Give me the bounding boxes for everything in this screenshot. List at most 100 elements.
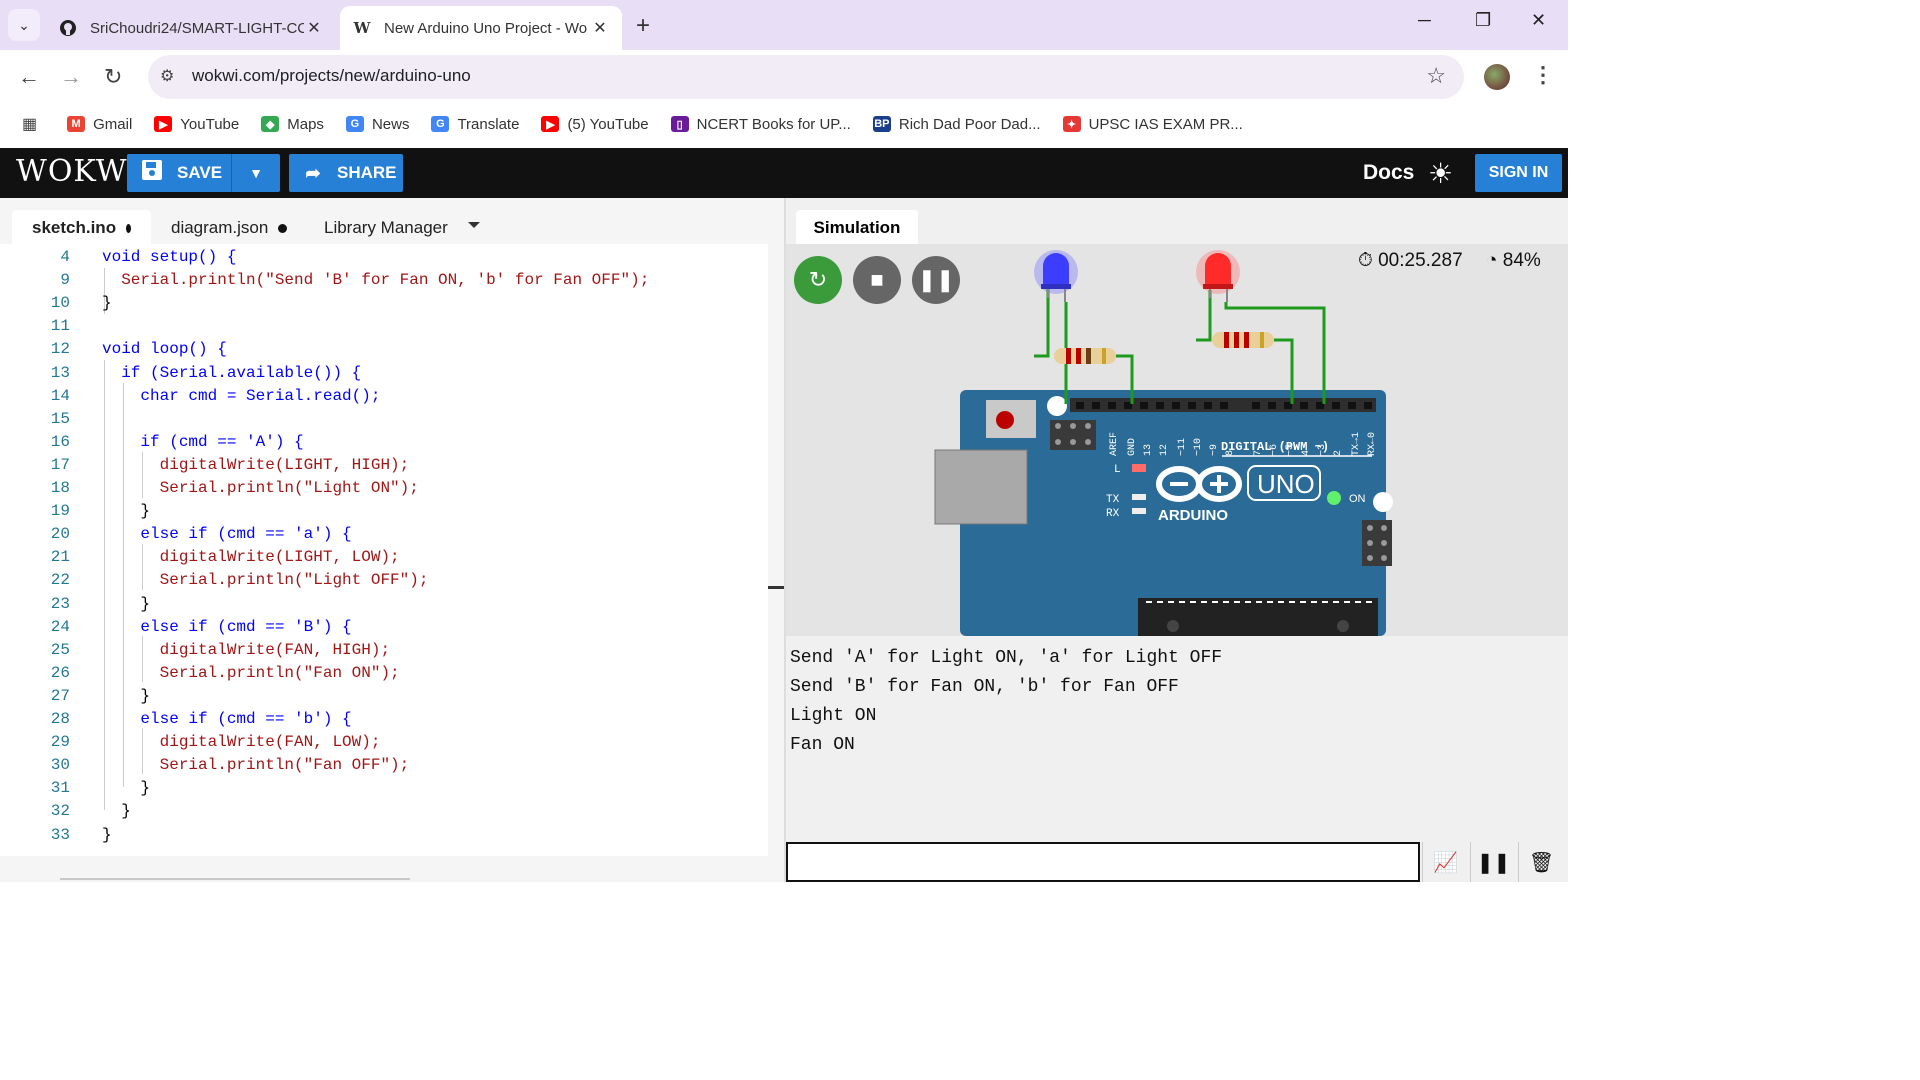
line-code[interactable]: }: [102, 777, 150, 800]
tab-search-button[interactable]: ⌄: [8, 9, 40, 41]
pin-hole[interactable]: [1348, 402, 1356, 409]
code-line[interactable]: 10}: [0, 292, 768, 315]
profile-avatar[interactable]: [1484, 64, 1510, 90]
code-line[interactable]: 24 else if (cmd == 'B') {: [0, 616, 768, 639]
new-tab-button[interactable]: +: [636, 12, 650, 40]
line-code[interactable]: if (cmd == 'A') {: [102, 431, 303, 454]
pin-hole[interactable]: [1220, 402, 1228, 409]
pin-hole[interactable]: [1268, 402, 1276, 409]
more-tabs-chevron-icon[interactable]: [468, 222, 480, 228]
circuit-diagram[interactable]: AREF GND 13 12 ~11 ~10 ~9 8 7 ~6 ~5 4 ~3 2 TX→1 RX←0 DI…: [786, 244, 1568, 636]
bookmark-translate[interactable]: G Translate: [431, 116, 519, 133]
line-code[interactable]: else if (cmd == 'B') {: [102, 616, 351, 639]
line-code[interactable]: digitalWrite(LIGHT, LOW);: [102, 546, 400, 569]
browser-tab-github[interactable]: SriChoudri24/SMART-LIGHT-CC ✕: [46, 6, 336, 50]
wires[interactable]: [1034, 284, 1326, 404]
line-code[interactable]: char cmd = Serial.read();: [102, 385, 380, 408]
bookmark-ncert[interactable]: ▯ NCERT Books for UP...: [670, 116, 851, 133]
pin-hole[interactable]: [1156, 402, 1164, 409]
blue-led[interactable]: [1034, 250, 1078, 302]
code-line[interactable]: 25 digitalWrite(FAN, HIGH);: [0, 639, 768, 662]
code-line[interactable]: 20 else if (cmd == 'a') {: [0, 523, 768, 546]
reset-button-cap[interactable]: [996, 411, 1014, 429]
code-line[interactable]: 27 }: [0, 685, 768, 708]
red-led[interactable]: [1196, 250, 1240, 302]
line-code[interactable]: if (Serial.available()) {: [102, 362, 361, 385]
code-line[interactable]: 26 Serial.println("Fan ON");: [0, 662, 768, 685]
docs-link[interactable]: Docs: [1363, 161, 1414, 185]
line-code[interactable]: digitalWrite(LIGHT, HIGH);: [102, 454, 410, 477]
code-line[interactable]: 11: [0, 315, 768, 338]
code-line[interactable]: 17 digitalWrite(LIGHT, HIGH);: [0, 454, 768, 477]
serial-input-field[interactable]: [786, 842, 1420, 882]
line-code[interactable]: }: [102, 593, 150, 616]
code-line[interactable]: 19 }: [0, 500, 768, 523]
simulation-canvas[interactable]: ↻ ■ ❚❚ ⏱ 00:25.287 ◔ 84% AREF GND 13 12 …: [786, 244, 1568, 636]
restore-icon[interactable]: ❐: [1475, 10, 1491, 31]
tab-simulation[interactable]: Simulation: [796, 210, 918, 246]
code-line[interactable]: 23 }: [0, 593, 768, 616]
bookmark-gmail[interactable]: M Gmail: [67, 116, 132, 133]
pin-hole[interactable]: [1332, 402, 1340, 409]
pin-hole[interactable]: [1172, 402, 1180, 409]
line-code[interactable]: else if (cmd == 'b') {: [102, 708, 351, 731]
back-icon[interactable]: ←: [18, 64, 40, 90]
code-line[interactable]: 33}: [0, 824, 768, 847]
bookmark-news[interactable]: G News: [345, 116, 409, 133]
code-line[interactable]: 31 }: [0, 777, 768, 800]
line-code[interactable]: void loop() {: [102, 338, 227, 361]
code-line[interactable]: 22 Serial.println("Light OFF");: [0, 569, 768, 592]
close-window-icon[interactable]: ✕: [1531, 10, 1546, 31]
browser-tab-wokwi[interactable]: W New Arduino Uno Project - Wo ✕: [340, 6, 622, 50]
bookmark-youtube[interactable]: ▶ YouTube: [154, 116, 239, 133]
code-line[interactable]: 9 Serial.println("Send 'B' for Fan ON, '…: [0, 269, 768, 292]
pin-hole[interactable]: [1252, 402, 1260, 409]
code-line[interactable]: 15: [0, 408, 768, 431]
line-code[interactable]: }: [102, 292, 112, 315]
code-line[interactable]: 16 if (cmd == 'A') {: [0, 431, 768, 454]
close-tab-icon[interactable]: ✕: [304, 18, 324, 38]
bookmark-maps[interactable]: ◆ Maps: [261, 116, 324, 133]
clear-serial-trash-icon[interactable]: 🗑: [1518, 842, 1564, 882]
apps-grid-icon[interactable]: ▦: [22, 114, 37, 134]
wokwi-logo[interactable]: WOKWi: [16, 154, 138, 189]
code-line[interactable]: 28 else if (cmd == 'b') {: [0, 708, 768, 731]
code-line[interactable]: 29 digitalWrite(FAN, LOW);: [0, 731, 768, 754]
code-line[interactable]: 18 Serial.println("Light ON");: [0, 477, 768, 500]
reload-icon[interactable]: ↻: [104, 64, 122, 90]
code-line[interactable]: 32 }: [0, 800, 768, 823]
line-code[interactable]: Serial.println("Send 'B' for Fan ON, 'b'…: [102, 269, 649, 292]
line-code[interactable]: }: [102, 800, 131, 823]
minimize-icon[interactable]: ─: [1418, 10, 1431, 31]
tab-sketch-ino[interactable]: sketch.ino: [12, 210, 151, 246]
tab-library-manager[interactable]: Library Manager: [304, 210, 468, 246]
code-line[interactable]: 14 char cmd = Serial.read();: [0, 385, 768, 408]
pin-hole[interactable]: [1236, 402, 1244, 409]
sign-in-button[interactable]: SIGN IN: [1475, 154, 1562, 192]
bookmark-star-icon[interactable]: ☆: [1426, 63, 1446, 89]
pin-hole[interactable]: [1140, 402, 1148, 409]
share-button[interactable]: ➦ SHARE: [289, 154, 403, 192]
line-code[interactable]: }: [102, 685, 150, 708]
pause-serial-icon[interactable]: ❚❚: [1470, 842, 1516, 882]
line-code[interactable]: }: [102, 500, 150, 523]
theme-toggle-sun-icon[interactable]: ☀: [1428, 157, 1453, 190]
address-bar[interactable]: ⚙ wokwi.com/projects/new/arduino-uno ☆: [148, 55, 1464, 99]
code-line[interactable]: 13 if (Serial.available()) {: [0, 362, 768, 385]
line-code[interactable]: Serial.println("Fan OFF");: [102, 754, 410, 777]
pin-hole[interactable]: [1076, 402, 1084, 409]
code-line[interactable]: 21 digitalWrite(LIGHT, LOW);: [0, 546, 768, 569]
save-dropdown-chevron-icon[interactable]: ▼: [231, 154, 280, 192]
plotter-chart-icon[interactable]: 📈: [1422, 842, 1468, 882]
tab-diagram-json[interactable]: diagram.json: [151, 210, 307, 246]
line-code[interactable]: digitalWrite(FAN, HIGH);: [102, 639, 390, 662]
pin-hole[interactable]: [1300, 402, 1308, 409]
bookmark-youtube-5[interactable]: ▶ (5) YouTube: [541, 116, 649, 133]
forward-icon[interactable]: →: [60, 64, 82, 90]
code-line[interactable]: 12 void loop() {: [0, 338, 768, 361]
resistor-2[interactable]: [1212, 332, 1274, 348]
pin-hole[interactable]: [1188, 402, 1196, 409]
line-code[interactable]: }: [102, 824, 112, 847]
line-code[interactable]: digitalWrite(FAN, LOW);: [102, 731, 381, 754]
bookmark-rich-dad[interactable]: BP Rich Dad Poor Dad...: [872, 116, 1041, 133]
